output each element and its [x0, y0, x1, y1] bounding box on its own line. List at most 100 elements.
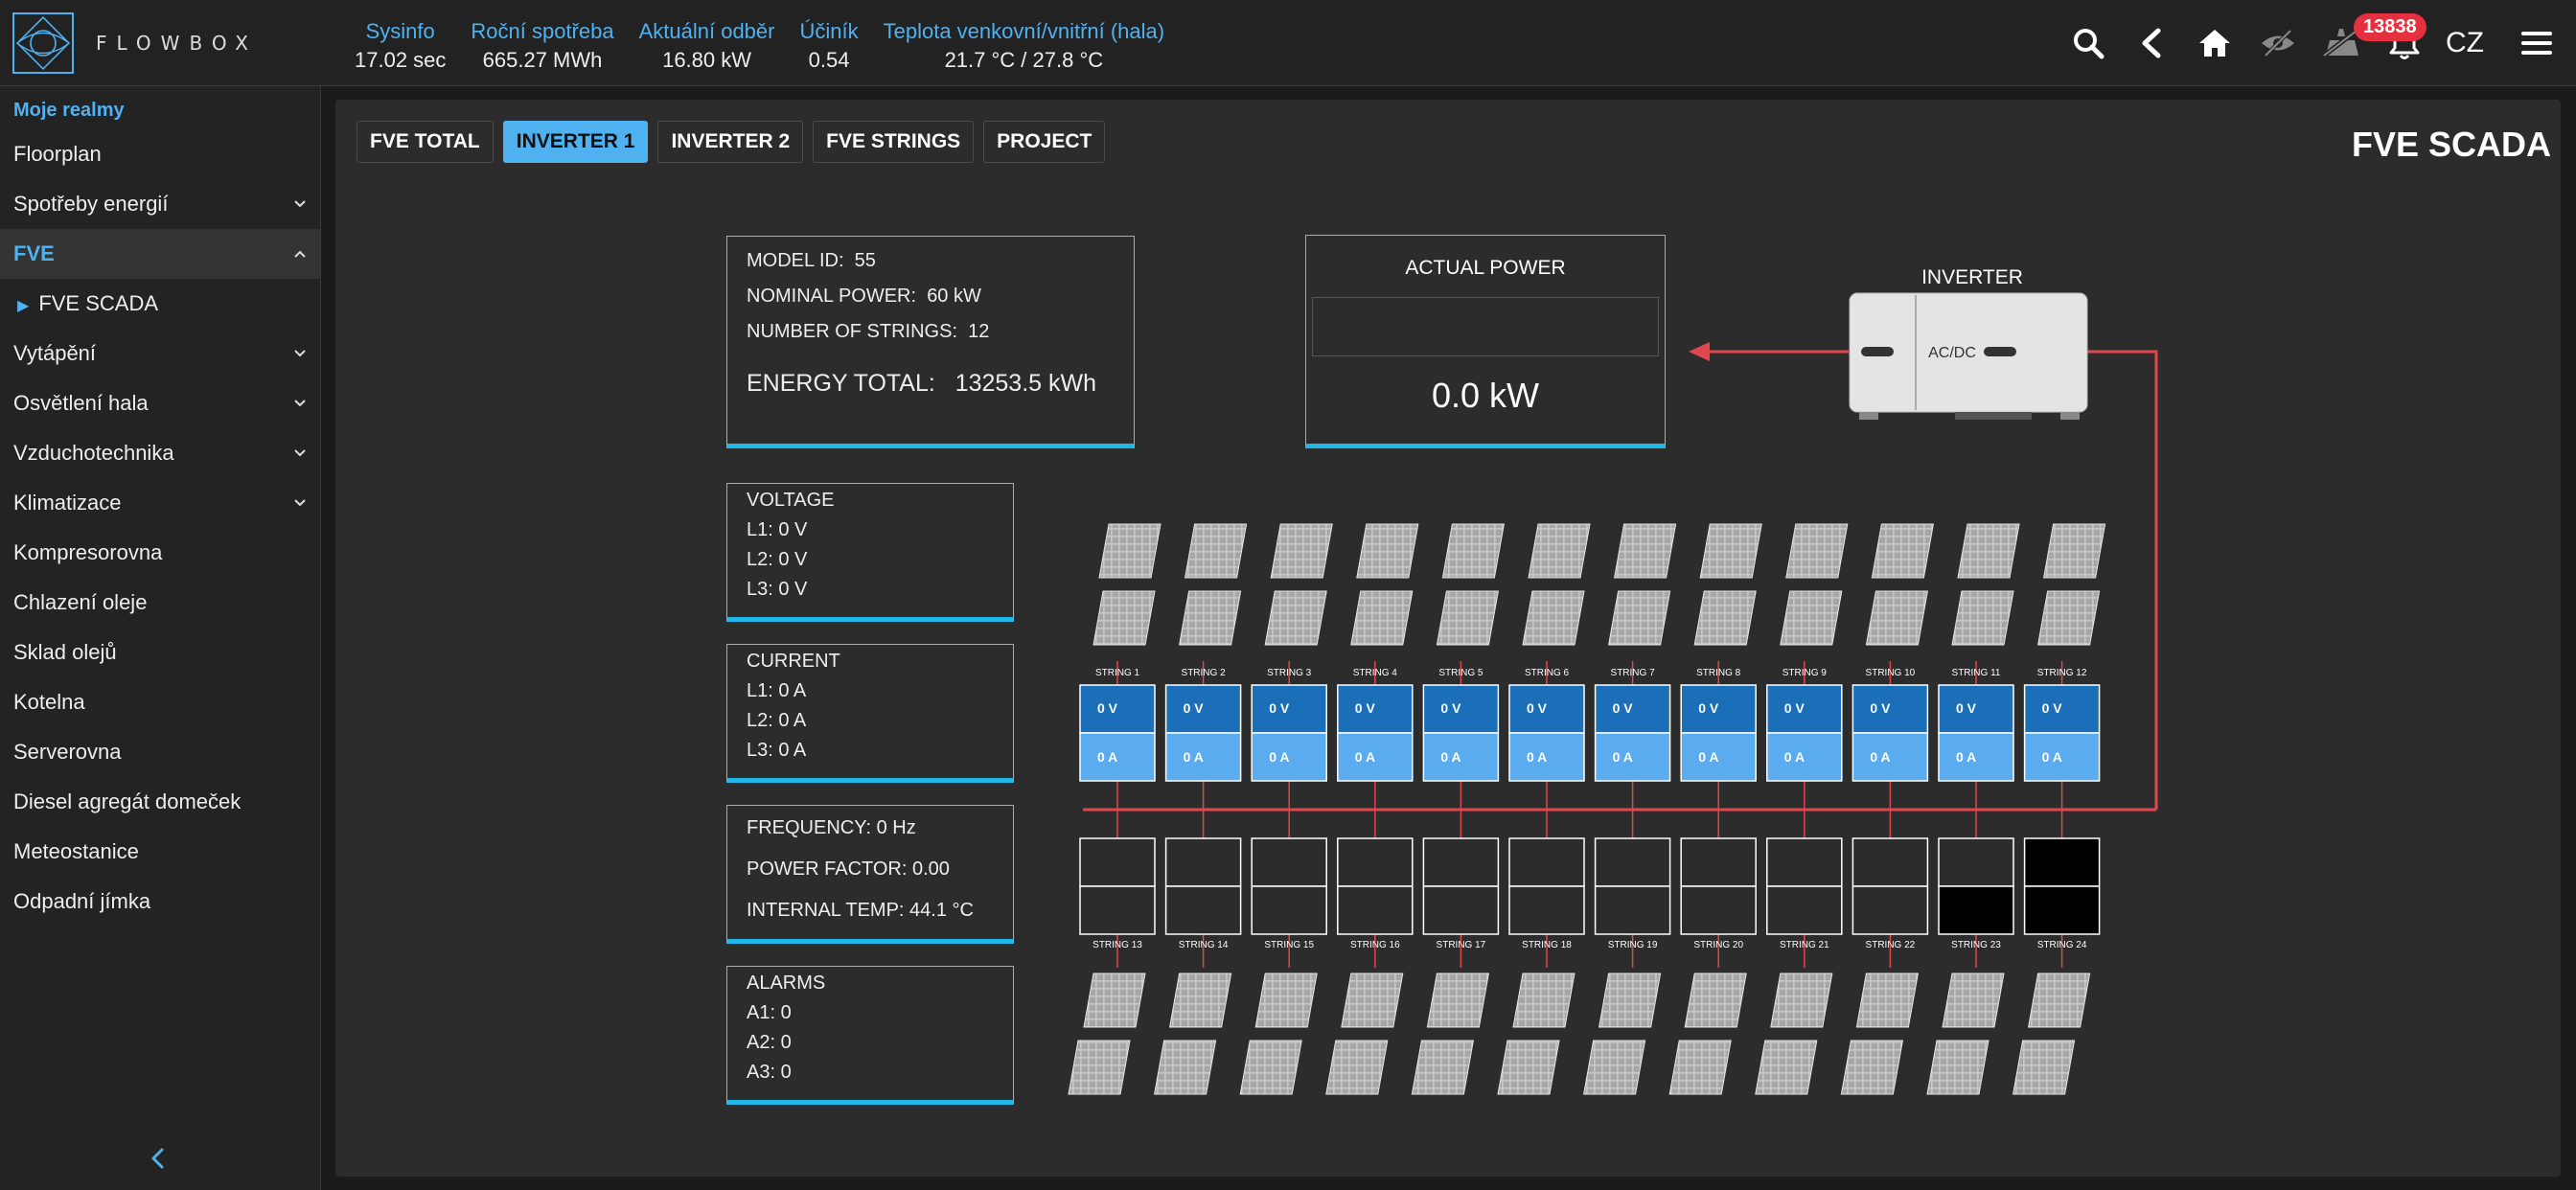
string-box-bottom[interactable] — [1079, 837, 1156, 935]
solar-panel-icon — [1871, 523, 1934, 579]
string-box-top[interactable]: 0 V 0 A — [1422, 684, 1500, 782]
solar-panel-icon — [1436, 590, 1499, 646]
current-title: CURRENT — [747, 651, 840, 672]
string-box-top[interactable]: 0 V 0 A — [1938, 684, 2014, 782]
voltage-l3: L3: 0 V — [747, 579, 808, 600]
solar-panel-icon — [1356, 523, 1419, 579]
string-box-bottom[interactable] — [1766, 837, 1843, 935]
string-label: STRING 12 — [2036, 668, 2087, 678]
alarms-box: ALARMS A1: 0 A2: 0 A3: 0 — [726, 966, 1014, 1105]
string-box-top[interactable]: 0 V 0 A — [1079, 684, 1156, 782]
solar-panel-icon — [2043, 523, 2106, 579]
string-label: STRING 9 — [1782, 668, 1827, 678]
actual-power-box: ACTUAL POWER 0.0 kW — [1305, 235, 1666, 448]
string-cell-upper — [1594, 837, 1671, 887]
string-label: STRING 20 — [1693, 940, 1744, 950]
string-cell-lower — [2023, 885, 2101, 935]
string-box-bottom[interactable] — [1938, 837, 2014, 935]
solar-panel-icon — [1098, 523, 1162, 579]
string-label: STRING 3 — [1267, 668, 1312, 678]
string-box-bottom[interactable] — [1680, 837, 1757, 935]
string-voltage-value: 0 V — [1184, 700, 1205, 716]
string-current-value: 0 A — [1184, 749, 1204, 765]
solar-panel-icon — [1598, 973, 1662, 1028]
solar-panel-icon — [1770, 973, 1833, 1028]
solar-panel-icon — [1184, 523, 1248, 579]
solar-panel-icon — [1512, 973, 1576, 1028]
string-box-top[interactable]: 0 V 0 A — [1594, 684, 1671, 782]
string-cell-upper — [1422, 837, 1500, 887]
string-current-value: 0 A — [1269, 749, 1289, 765]
solar-panel-icon — [1855, 973, 1919, 1028]
string-voltage-value: 0 V — [1355, 700, 1376, 716]
string-box-bottom[interactable] — [1337, 837, 1414, 935]
string-label: STRING 19 — [1607, 940, 1658, 950]
string-box-bottom[interactable] — [2023, 837, 2101, 935]
energy-total-value: 13253.5 kWh — [954, 370, 1096, 397]
string-box-top[interactable]: 0 V 0 A — [1508, 684, 1585, 782]
string-cell-lower — [1337, 885, 1414, 935]
alarm-a2: A2: 0 — [747, 1032, 792, 1053]
string-label: STRING 11 — [1951, 668, 2001, 678]
string-current-value: 0 A — [1956, 749, 1976, 765]
solar-panel-icon — [1926, 1040, 1990, 1095]
string-cell-upper — [1251, 837, 1327, 887]
nominal-power-label: NOMINAL POWER: — [747, 286, 917, 307]
solar-panel-icon — [1083, 973, 1146, 1028]
string-box-top[interactable]: 0 V 0 A — [1337, 684, 1414, 782]
solar-panel-icon — [1684, 973, 1747, 1028]
actual-power-bar — [1312, 297, 1659, 356]
string-box-bottom[interactable] — [1164, 837, 1242, 935]
alarms-title: ALARMS — [747, 973, 826, 994]
alarm-a1: A1: 0 — [747, 1002, 792, 1023]
number-of-strings-value: 12 — [968, 321, 990, 342]
solar-panel-icon — [2037, 590, 2101, 646]
solar-panel-icon — [1522, 590, 1585, 646]
string-box-top[interactable]: 0 V 0 A — [1164, 684, 1242, 782]
inverter-device-label: AC/DC — [1928, 345, 1976, 361]
string-voltage-value: 0 V — [1613, 700, 1634, 716]
string-box-top[interactable]: 0 V 0 A — [1251, 684, 1327, 782]
string-box-top[interactable]: 0 V 0 A — [1852, 684, 1929, 782]
scada-diagram: 0 V0 A0 V0 A0 V0 A0 V0 A0 V0 A0 V0 A0 V0… — [1068, 266, 2158, 1095]
string-label: STRING 7 — [1610, 668, 1655, 678]
inverter-device[interactable]: AC/DC — [1849, 292, 2088, 420]
string-current-value: 0 A — [1440, 749, 1460, 765]
solar-panel-icon — [1497, 1040, 1560, 1095]
solar-panel-icon — [2012, 1040, 2076, 1095]
string-box-top[interactable]: 0 V 0 A — [1766, 684, 1843, 782]
string-box-top[interactable]: 0 V 0 A — [1680, 684, 1757, 782]
solar-panel-icon — [1426, 973, 1489, 1028]
internal-temp: INTERNAL TEMP: 44.1 °C — [747, 900, 974, 921]
voltage-l1: L1: 0 V — [747, 519, 808, 540]
string-label: STRING 2 — [1181, 668, 1226, 678]
string-cell-upper — [1852, 837, 1929, 887]
solar-panel-icon — [1270, 523, 1333, 579]
solar-panel-icon — [1951, 590, 2014, 646]
solar-panel-icon — [1608, 590, 1671, 646]
misc-box: FREQUENCY: 0 Hz POWER FACTOR: 0.00 INTER… — [726, 805, 1014, 944]
solar-panel-icon — [1957, 523, 2020, 579]
solar-panel-icon — [1693, 590, 1757, 646]
solar-panel-icon — [1154, 1040, 1217, 1095]
solar-panel-icon — [1411, 1040, 1474, 1095]
string-box-bottom[interactable] — [1251, 837, 1327, 935]
string-box-bottom[interactable] — [1594, 837, 1671, 935]
string-box-bottom[interactable] — [1422, 837, 1500, 935]
string-voltage-value: 0 V — [1269, 700, 1290, 716]
string-cell-lower — [1422, 885, 1500, 935]
string-current-value: 0 A — [1784, 749, 1805, 765]
solar-panel-icon — [1528, 523, 1591, 579]
string-cell-lower — [1164, 885, 1242, 935]
string-label: STRING 22 — [1865, 940, 1916, 950]
string-box-bottom[interactable] — [1508, 837, 1585, 935]
string-box-top[interactable]: 0 V 0 A — [2023, 684, 2101, 782]
string-current-value: 0 A — [1870, 749, 1890, 765]
string-cell-lower — [1680, 885, 1757, 935]
string-label: STRING 5 — [1438, 668, 1484, 678]
string-box-bottom[interactable] — [1852, 837, 1929, 935]
string-cell-upper — [1079, 837, 1156, 887]
solar-panel-icon — [1780, 590, 1843, 646]
string-cell-upper — [2023, 837, 2101, 887]
model-id-label: MODEL ID: — [747, 250, 844, 271]
